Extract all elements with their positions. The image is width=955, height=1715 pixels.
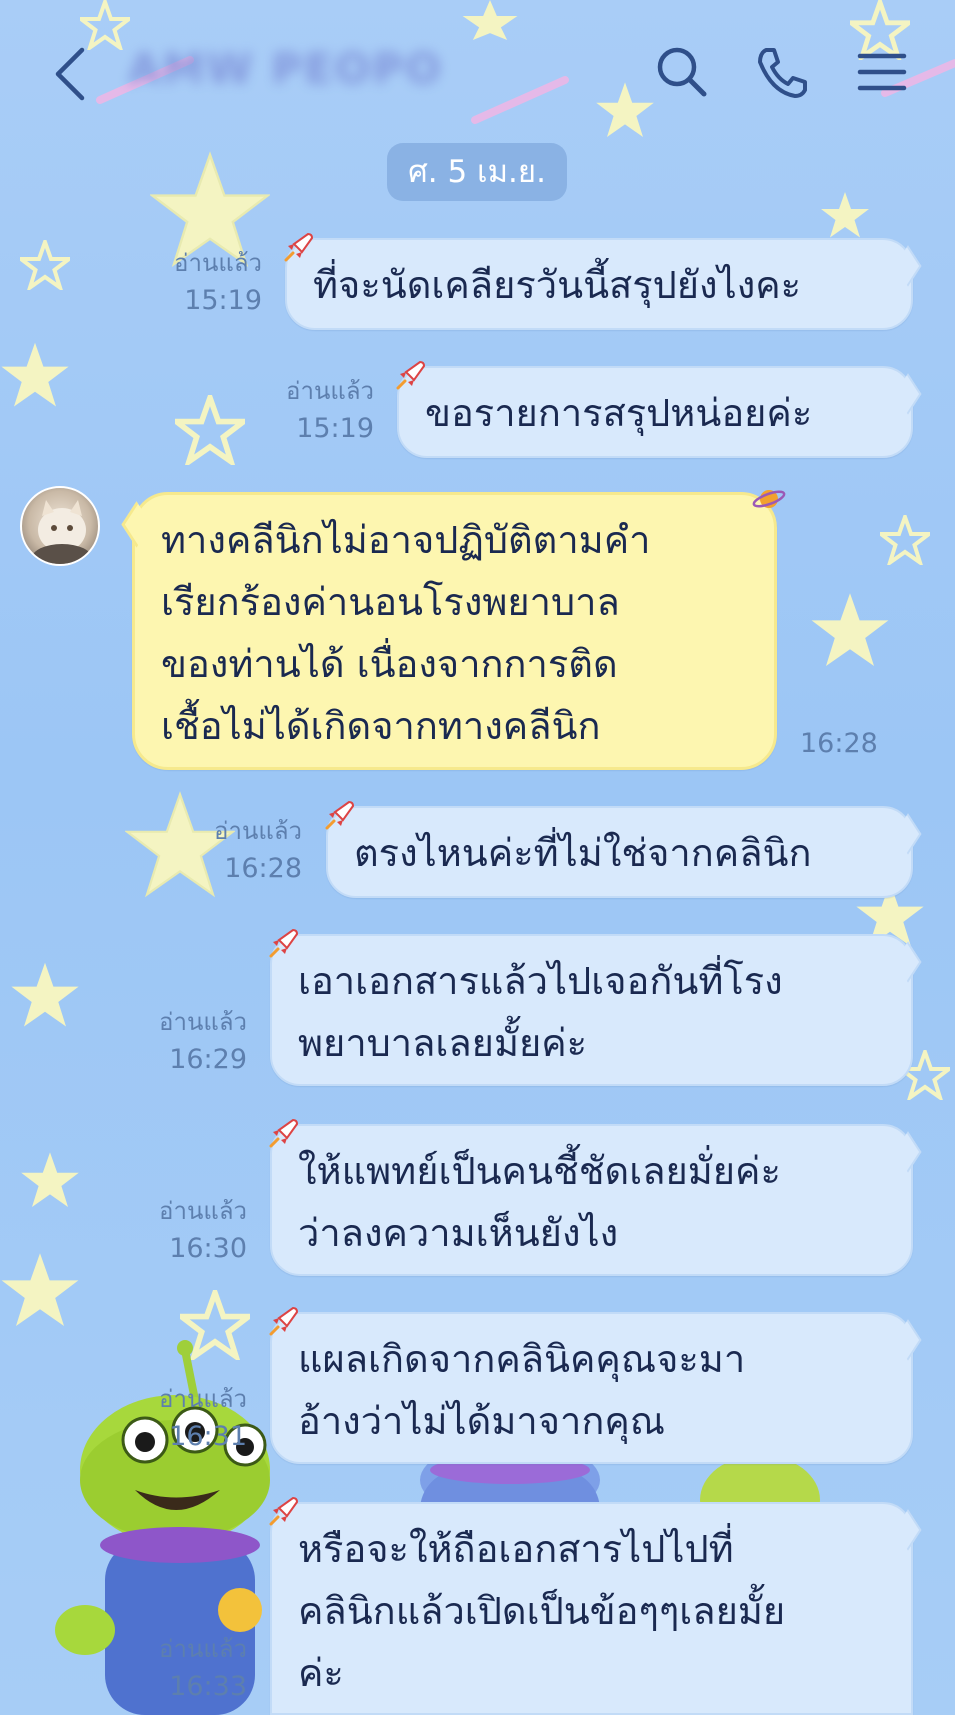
message-meta: อ่านแล้ว 15:19 xyxy=(150,244,262,320)
rocket-icon xyxy=(269,928,299,958)
message-text-line: เอาเอกสารแล้วไปเจอกันที่โรง xyxy=(298,959,783,1003)
rocket-icon xyxy=(396,360,426,390)
cat-avatar-icon xyxy=(32,500,92,564)
message-time: 16:28 xyxy=(224,853,302,884)
rocket-icon xyxy=(325,800,355,830)
star-decoration xyxy=(1,342,69,407)
date-separator: ศ. 5 เม.ย. xyxy=(387,143,567,201)
message-bubble-outgoing[interactable]: ขอรายการสรุปหน่อยค่ะ xyxy=(397,366,913,458)
message-time: 16:33 xyxy=(169,1671,247,1702)
search-icon xyxy=(657,47,707,97)
star-decoration xyxy=(811,593,889,666)
star-decoration xyxy=(11,962,79,1027)
menu-button[interactable] xyxy=(852,42,912,102)
message-meta: อ่านแล้ว 16:28 xyxy=(190,812,302,888)
phone-icon xyxy=(758,48,807,98)
message-text-line: เชื้อไม่ได้เกิดจากทางคลีนิก xyxy=(161,704,601,748)
message-meta: อ่านแล้ว 15:19 xyxy=(262,372,374,448)
message-meta: อ่านแล้ว 16:30 xyxy=(135,1192,247,1268)
message-text-line: ว่าลงความเห็นยังไง xyxy=(298,1211,619,1255)
message-time: 16:30 xyxy=(169,1233,247,1264)
star-outline-decoration xyxy=(180,1290,250,1360)
search-button[interactable] xyxy=(652,42,712,102)
chevron-left-icon xyxy=(55,47,85,101)
rocket-icon xyxy=(269,1496,299,1526)
planet-icon xyxy=(752,490,786,508)
star-decoration xyxy=(1,1253,79,1326)
message-bubble-outgoing[interactable]: แผลเกิดจากคลินิคคุณจะมา อ้างว่าไม่ได้มาจ… xyxy=(270,1312,913,1464)
star-decoration xyxy=(21,1152,79,1207)
message-text-line: พยาบาลเลยมั้ยค่ะ xyxy=(298,1021,588,1065)
rocket-icon xyxy=(284,232,314,262)
message-bubble-outgoing[interactable]: หรือจะให้ถือเอกสารไปไปที่ คลินิกแล้วเปิด… xyxy=(270,1502,913,1715)
message-bubble-outgoing[interactable]: ที่จะนัดเคลียรวันนี้สรุปยังไงคะ xyxy=(285,238,913,330)
star-decoration xyxy=(821,192,869,238)
rocket-icon xyxy=(269,1118,299,1148)
avatar[interactable] xyxy=(20,486,100,566)
message-text-line: คลินิกแล้วเปิดเป็นข้อๆๆเลยมั้ย xyxy=(298,1589,786,1633)
message-text-line: อ้างว่าไม่ได้มาจากคุณ xyxy=(298,1399,666,1443)
chat-title[interactable]: AMW PEOPO xyxy=(128,44,448,98)
read-receipt: อ่านแล้ว xyxy=(286,377,374,405)
star-outline-decoration xyxy=(175,395,245,465)
read-receipt: อ่านแล้ว xyxy=(159,1008,247,1036)
star-outline-decoration xyxy=(20,240,70,290)
message-text-line: ให้แพทย์เป็นคนชี้ชัดเลยมั่ยค่ะ xyxy=(298,1149,781,1193)
message-time: 15:19 xyxy=(184,285,262,316)
message-text: ที่จะนัดเคลียรวันนี้สรุปยังไงคะ xyxy=(313,263,802,307)
read-receipt: อ่านแล้ว xyxy=(159,1635,247,1663)
message-bubble-outgoing[interactable]: ตรงไหนค่ะที่ไม่ใช่จากคลินิก xyxy=(326,806,913,898)
message-bubble-incoming[interactable]: ทางคลีนิกไม่อาจปฏิบัติตามคำ เรียกร้องค่า… xyxy=(132,492,777,770)
message-text: ตรงไหนค่ะที่ไม่ใช่จากคลินิก xyxy=(354,831,812,875)
read-receipt: อ่านแล้ว xyxy=(174,249,262,277)
message-text: ขอรายการสรุปหน่อยค่ะ xyxy=(425,391,813,435)
message-time: 16:28 xyxy=(800,728,878,759)
message-text-line: ค่ะ xyxy=(298,1651,344,1695)
message-time: 16:31 xyxy=(169,1421,247,1452)
message-time: 16:29 xyxy=(169,1044,247,1075)
message-text-line: ทางคลีนิกไม่อาจปฏิบัติตามคำ xyxy=(161,518,651,562)
menu-icon xyxy=(857,53,907,91)
message-text-line: แผลเกิดจากคลินิคคุณจะมา xyxy=(298,1337,746,1381)
message-bubble-outgoing[interactable]: ให้แพทย์เป็นคนชี้ชัดเลยมั่ยค่ะ ว่าลงความ… xyxy=(270,1124,913,1276)
read-receipt: อ่านแล้ว xyxy=(159,1197,247,1225)
message-meta: อ่านแล้ว 16:33 xyxy=(135,1630,247,1706)
call-button[interactable] xyxy=(752,42,812,102)
message-bubble-outgoing[interactable]: เอาเอกสารแล้วไปเจอกันที่โรง พยาบาลเลยมั้… xyxy=(270,934,913,1086)
message-text-line: ของท่านได้ เนื่องจากการติด xyxy=(161,642,618,686)
message-text-line: เรียกร้องค่านอนโรงพยาบาล xyxy=(161,580,620,624)
read-receipt: อ่านแล้ว xyxy=(159,1385,247,1413)
message-meta: อ่านแล้ว 16:29 xyxy=(135,1003,247,1079)
star-outline-decoration xyxy=(880,515,930,565)
chat-header: AMW PEOPO xyxy=(0,0,955,150)
back-button[interactable] xyxy=(50,46,90,102)
message-meta: อ่านแล้ว 16:31 xyxy=(135,1380,247,1456)
rocket-icon xyxy=(269,1306,299,1336)
message-time: 15:19 xyxy=(296,413,374,444)
message-text-line: หรือจะให้ถือเอกสารไปไปที่ xyxy=(298,1527,734,1571)
read-receipt: อ่านแล้ว xyxy=(214,817,302,845)
